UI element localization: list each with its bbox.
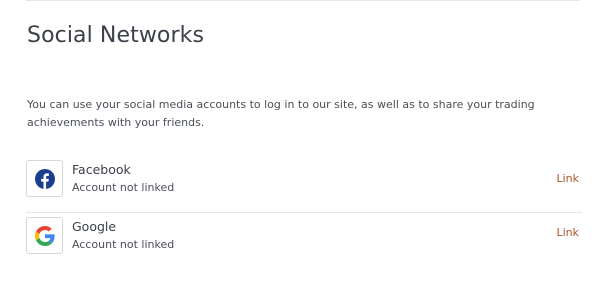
network-name: Facebook <box>72 162 131 177</box>
top-divider <box>26 0 580 1</box>
google-icon-box <box>26 217 63 254</box>
network-row-facebook: Facebook Account not linked Link <box>26 159 582 213</box>
network-name: Google <box>72 219 117 234</box>
link-facebook-button[interactable]: Link <box>556 172 579 185</box>
network-row-google: Google Account not linked Link <box>26 213 582 266</box>
facebook-icon-box <box>26 160 63 197</box>
link-google-button[interactable]: Link <box>556 226 579 239</box>
network-status: Account not linked <box>72 181 175 194</box>
section-title: Social Networks <box>27 23 205 48</box>
facebook-icon <box>34 168 55 189</box>
social-network-list: Facebook Account not linked Link Google … <box>26 159 582 266</box>
section-description: You can use your social media accounts t… <box>27 98 535 129</box>
network-status: Account not linked <box>72 238 175 251</box>
google-icon <box>34 225 55 246</box>
